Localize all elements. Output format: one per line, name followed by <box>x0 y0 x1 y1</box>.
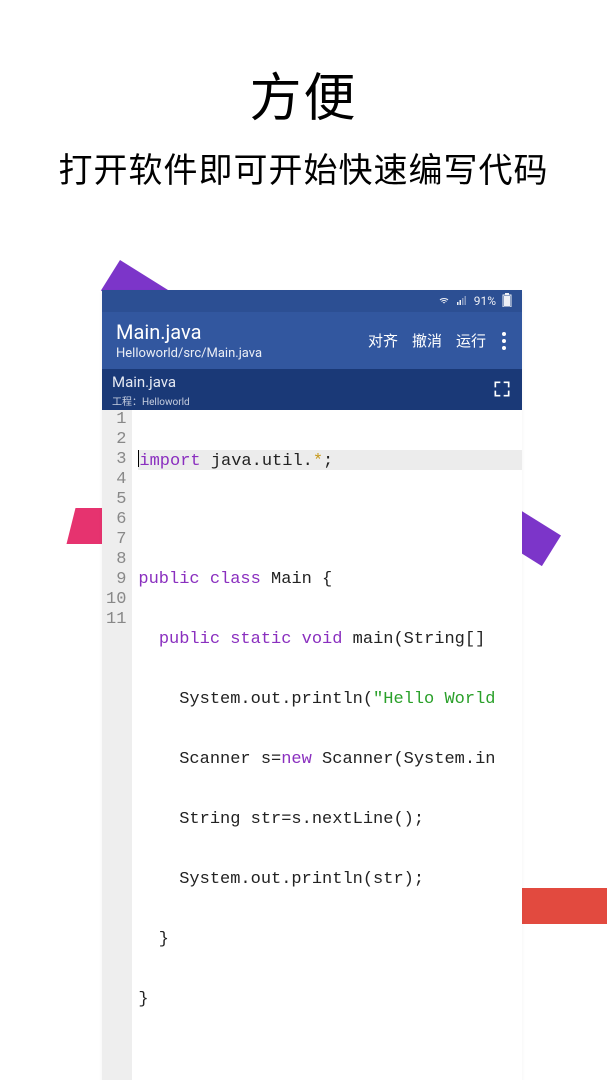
gutter: 1 2 3 4 5 6 7 8 9 10 11 <box>102 410 132 1080</box>
more-icon[interactable] <box>500 332 508 350</box>
code-line <box>138 1050 522 1070</box>
app-bar-actions: 对齐 撤消 运行 <box>368 330 508 351</box>
line-number: 11 <box>106 610 126 630</box>
tab-bar: Main.java 工程：Helloworld <box>102 369 522 410</box>
code-line: } <box>138 930 522 950</box>
line-number: 9 <box>106 570 126 590</box>
app-bar-title: Main.java <box>116 320 368 344</box>
line-number: 7 <box>106 530 126 550</box>
tab-title: Main.java <box>112 373 492 391</box>
code-editor[interactable]: 1 2 3 4 5 6 7 8 9 10 11 import java.util… <box>102 410 522 1080</box>
line-number: 3 <box>106 450 126 470</box>
app-bar-title-area: Main.java Helloworld/src/Main.java <box>116 320 368 361</box>
code-line: public static void main(String[] <box>138 630 522 650</box>
code-line: String str=s.nextLine(); <box>138 810 522 830</box>
code-line: System.out.println("Hello World <box>138 690 522 710</box>
phone-frame: 91% Main.java Helloworld/src/Main.java 对… <box>102 290 522 1080</box>
line-number: 4 <box>106 470 126 490</box>
line-number: 5 <box>106 490 126 510</box>
wifi-icon <box>438 294 450 309</box>
status-bar: 91% <box>102 290 522 312</box>
tab-active[interactable]: Main.java 工程：Helloworld <box>112 373 492 408</box>
hero-section: 方便 打开软件即可开始快速编写代码 <box>0 0 607 192</box>
line-number: 10 <box>106 590 126 610</box>
align-button[interactable]: 对齐 <box>368 330 398 351</box>
code-line: Scanner s=new Scanner(System.in <box>138 750 522 770</box>
line-number: 8 <box>106 550 126 570</box>
expand-icon[interactable] <box>492 379 512 403</box>
code-line: } <box>138 990 522 1010</box>
app-bar: Main.java Helloworld/src/Main.java 对齐 撤消… <box>102 312 522 369</box>
hero-subtitle: 打开软件即可开始快速编写代码 <box>0 143 607 192</box>
tab-project-label: 工程：Helloworld <box>112 393 492 408</box>
battery-text: 91% <box>474 294 496 308</box>
line-number: 6 <box>106 510 126 530</box>
code-area[interactable]: import java.util.*; public class Main { … <box>132 410 522 1080</box>
code-line: public class Main { <box>138 570 522 590</box>
run-button[interactable]: 运行 <box>456 330 486 351</box>
line-number: 2 <box>106 430 126 450</box>
hero-title: 方便 <box>0 56 607 131</box>
signal-icon <box>456 294 468 309</box>
code-line: System.out.println(str); <box>138 870 522 890</box>
undo-button[interactable]: 撤消 <box>412 330 442 351</box>
app-bar-subtitle: Helloworld/src/Main.java <box>116 346 368 361</box>
line-number: 1 <box>106 410 126 430</box>
code-line: import java.util.*; <box>138 450 522 470</box>
battery-icon <box>502 293 512 310</box>
code-line <box>138 510 522 530</box>
